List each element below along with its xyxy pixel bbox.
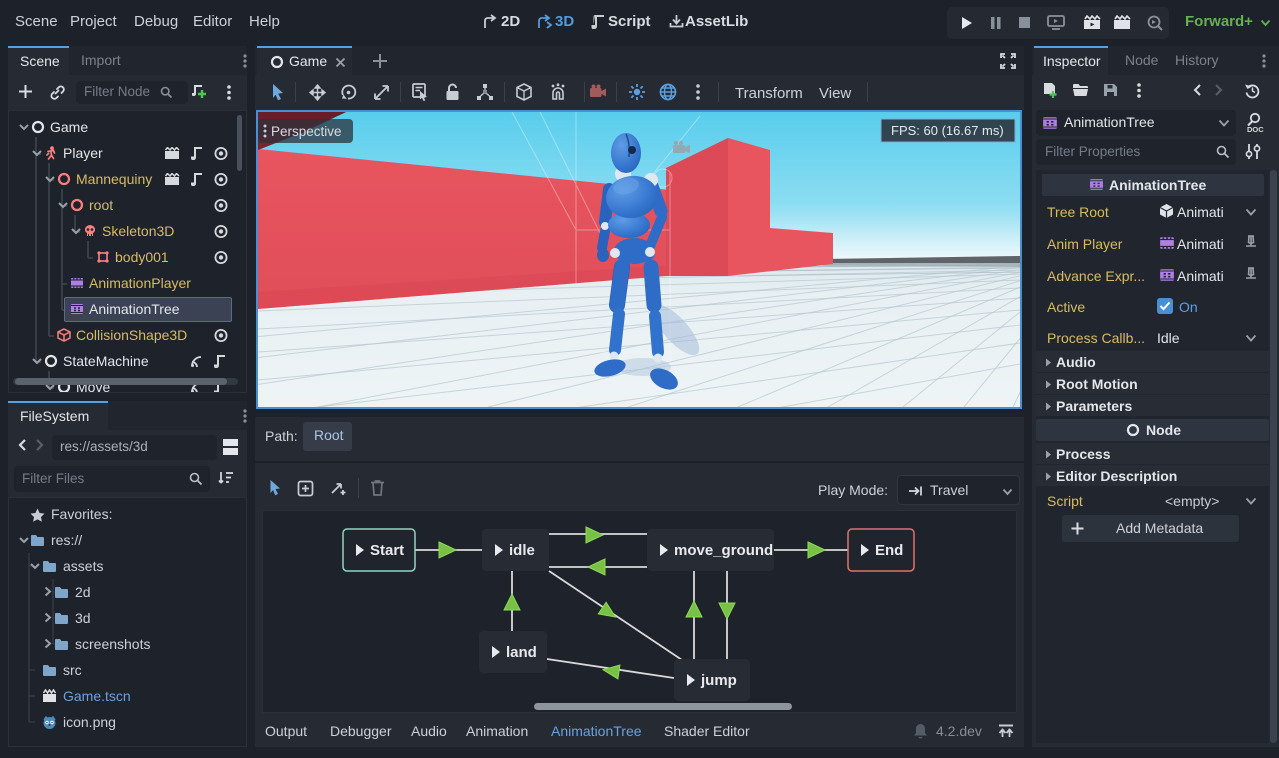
svg-text:FPS: 60 (16.67 ms): FPS: 60 (16.67 ms) (891, 123, 1004, 138)
svg-text:DOC: DOC (1247, 125, 1264, 134)
svg-text:Start: Start (370, 542, 404, 559)
svg-text:land: land (506, 644, 537, 661)
svg-text:Perspective: Perspective (271, 124, 342, 139)
svg-text:move_ground: move_ground (674, 542, 773, 559)
svg-text:idle: idle (509, 542, 535, 559)
svg-text:jump: jump (700, 672, 737, 689)
svg-text:End: End (875, 542, 903, 559)
